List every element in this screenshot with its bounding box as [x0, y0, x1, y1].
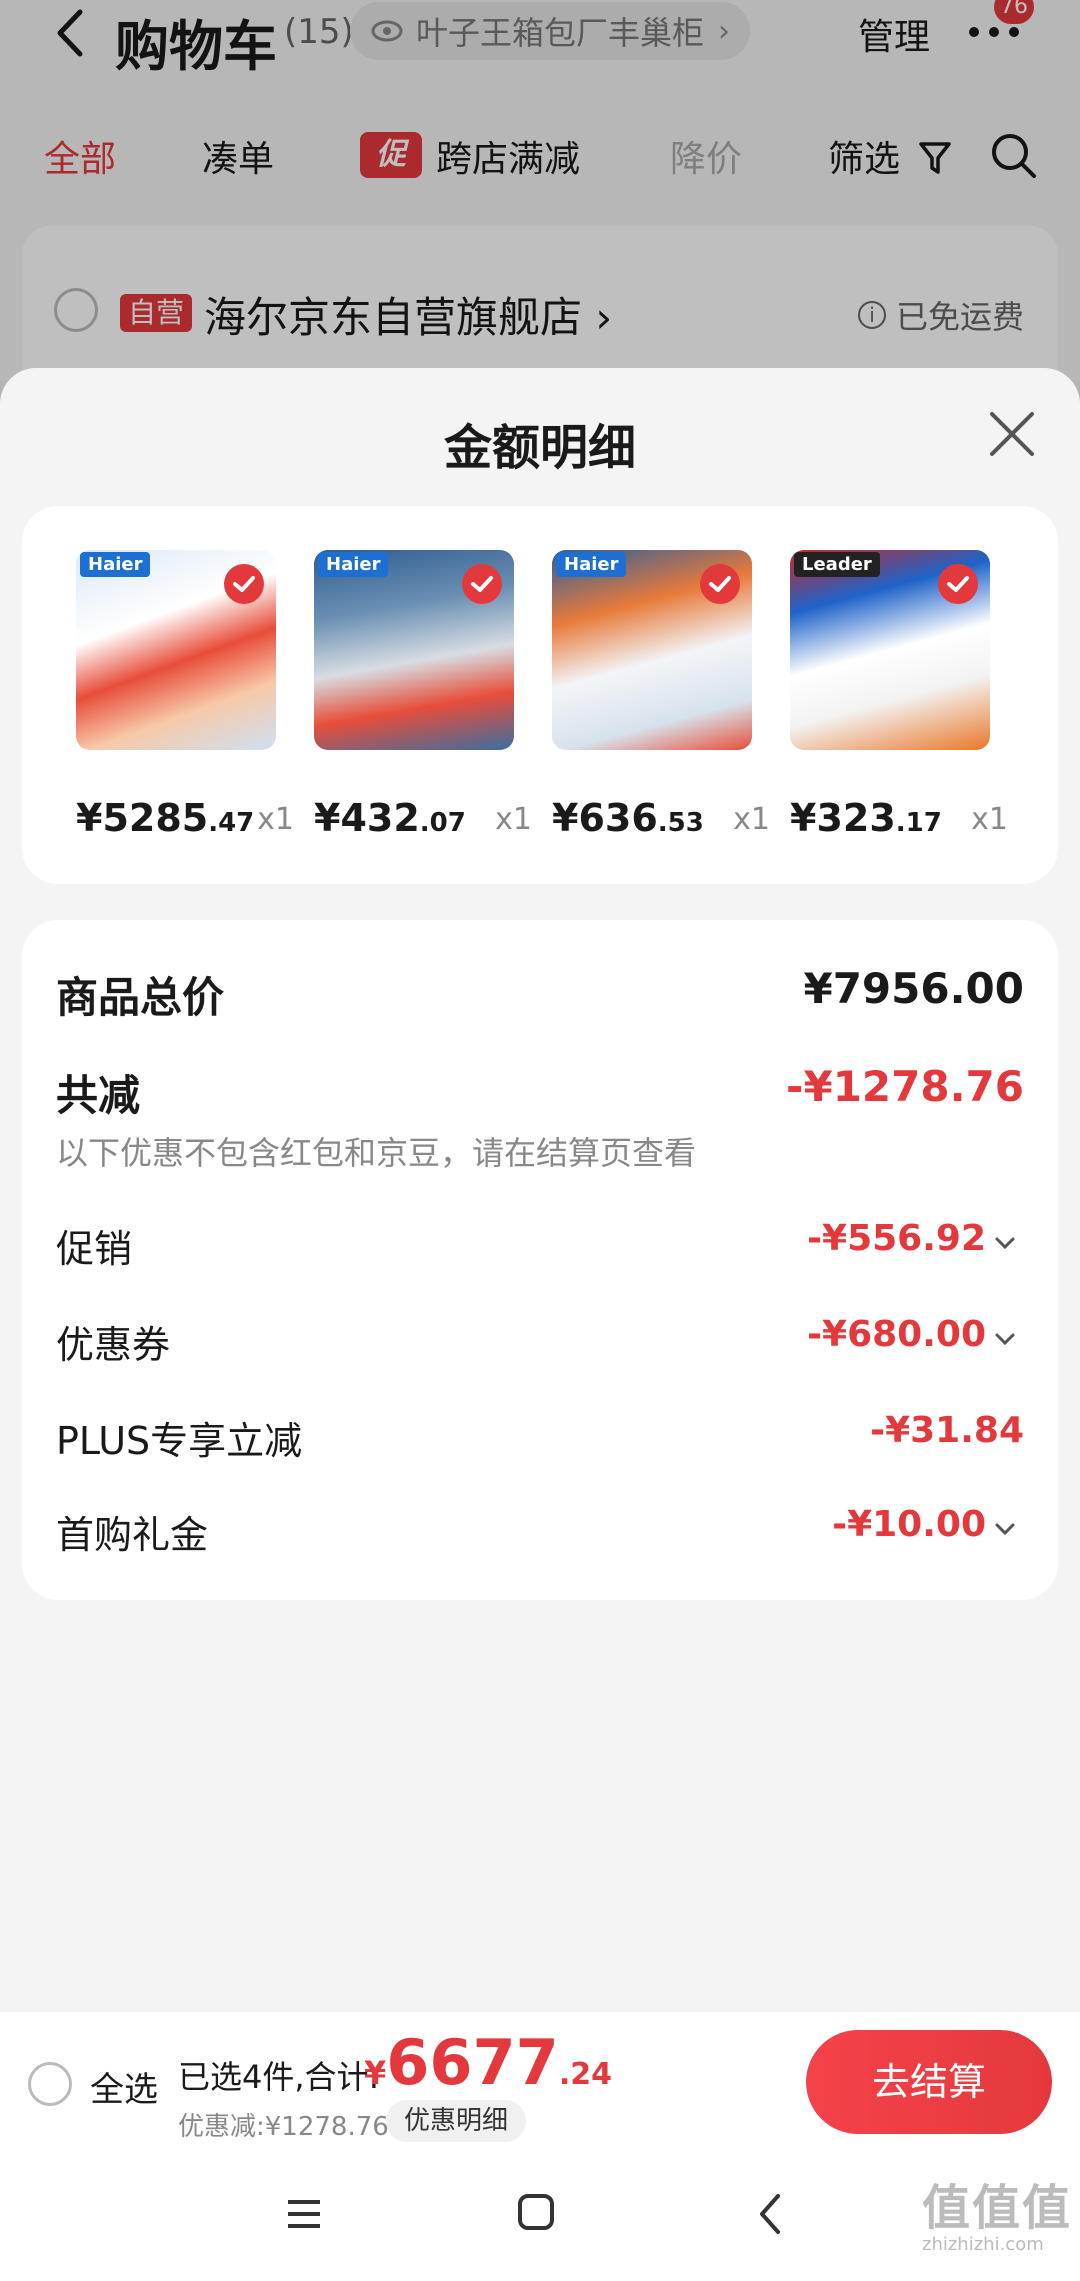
- brand-label: Haier: [556, 552, 627, 577]
- total-price-row: 商品总价 ¥7956.00: [56, 964, 1024, 1024]
- discount-row-coupon[interactable]: 优惠券 -¥680.00: [56, 1314, 1024, 1374]
- discount-detail-button[interactable]: 优惠明细: [386, 2100, 527, 2142]
- discount-row-first-purchase[interactable]: 首购礼金 -¥10.00: [56, 1504, 1024, 1564]
- checkout-bar: 全选 已选4件,合计: ¥6677.24 优惠减:¥1278.76 优惠明细 去…: [0, 2012, 1080, 2152]
- item-price-row: ¥323.17 x1: [790, 796, 1020, 846]
- chevron-down-icon[interactable]: [994, 1332, 1016, 1346]
- select-all-label[interactable]: 全选: [90, 2062, 158, 2111]
- item-price: ¥323.17: [790, 796, 942, 840]
- brand-label: Haier: [318, 552, 389, 577]
- product-thumbnail[interactable]: Haier: [314, 550, 514, 750]
- watermark-mark: 值值值: [922, 2180, 1073, 2236]
- discount-value: -¥31.84: [870, 1410, 1024, 1451]
- chevron-down-icon[interactable]: [994, 1522, 1016, 1536]
- product-thumbnail[interactable]: Leader: [790, 550, 990, 750]
- total-amount: ¥6677.24: [364, 2026, 612, 2099]
- discount-value: -¥680.00: [807, 1314, 986, 1355]
- discount-note: 以下优惠不包含红包和京豆，请在结算页查看: [56, 1134, 697, 1172]
- close-icon[interactable]: [988, 410, 1036, 458]
- selected-check-icon: [462, 564, 502, 604]
- total-reduce-label: 共减: [56, 1071, 141, 1120]
- item-price: ¥432.07: [314, 796, 466, 840]
- product-thumbnail[interactable]: Haier: [76, 550, 276, 750]
- item-qty: x1: [733, 802, 770, 837]
- watermark: 值值值 zhizhizhi.com: [922, 2168, 1072, 2268]
- total-integer: 6677: [386, 2026, 559, 2099]
- nav-back-icon[interactable]: [756, 2192, 784, 2236]
- discount-row-plus: PLUS专享立减 -¥31.84: [56, 1410, 1024, 1470]
- product-thumbnail[interactable]: Haier: [552, 550, 752, 750]
- system-nav-bar: 值值值 zhizhizhi.com: [0, 2152, 1080, 2281]
- amount-detail-sheet: 金额明细 Haier ¥5285.47 x1 Haier ¥432.07 x1 …: [0, 368, 1080, 2281]
- total-price-label: 商品总价: [56, 973, 225, 1022]
- item-price: ¥5285.47: [76, 796, 255, 840]
- sheet-title: 金额明细: [443, 420, 636, 476]
- checkout-button[interactable]: 去结算: [806, 2030, 1052, 2134]
- overlay-dim[interactable]: [0, 0, 1080, 420]
- discount-label: 促销: [56, 1227, 133, 1271]
- selected-summary: 已选4件,合计:: [178, 2058, 380, 2096]
- selected-check-icon: [938, 564, 978, 604]
- item-qty: x1: [495, 802, 532, 837]
- item-price-row: ¥5285.47 x1: [76, 796, 306, 846]
- total-decimal: .24: [558, 2057, 612, 2092]
- discount-label: PLUS专享立减: [56, 1419, 303, 1463]
- brand-label: Leader: [794, 552, 880, 577]
- total-price-value: ¥7956.00: [803, 964, 1024, 1013]
- home-icon[interactable]: [516, 2192, 556, 2232]
- item-qty: x1: [257, 802, 294, 837]
- discount-row-promotion[interactable]: 促销 -¥556.92: [56, 1218, 1024, 1278]
- discount-summary: 优惠减:¥1278.76: [178, 2112, 389, 2142]
- discount-label: 首购礼金: [56, 1513, 209, 1557]
- total-reduce-row: 共减 -¥1278.76: [56, 1062, 1024, 1122]
- select-all-radio[interactable]: [28, 2062, 72, 2106]
- chevron-down-icon[interactable]: [994, 1236, 1016, 1250]
- discount-value: -¥10.00: [832, 1504, 986, 1545]
- total-reduce-value: -¥1278.76: [786, 1062, 1024, 1111]
- selected-check-icon: [224, 564, 264, 604]
- discount-label: 优惠券: [56, 1323, 171, 1367]
- amount-breakdown-card: 商品总价 ¥7956.00 共减 -¥1278.76 以下优惠不包含红包和京豆，…: [22, 920, 1058, 1600]
- discount-value: -¥556.92: [807, 1218, 986, 1259]
- currency-symbol: ¥: [364, 2054, 387, 2092]
- brand-label: Haier: [80, 552, 151, 577]
- item-price-row: ¥432.07 x1: [314, 796, 544, 846]
- product-thumbnails-card: Haier ¥5285.47 x1 Haier ¥432.07 x1 Haier…: [22, 506, 1058, 884]
- selected-check-icon: [700, 564, 740, 604]
- item-price-row: ¥636.53 x1: [552, 796, 782, 846]
- item-qty: x1: [971, 802, 1008, 837]
- item-price: ¥636.53: [552, 796, 704, 840]
- recent-apps-icon[interactable]: [284, 2194, 324, 2234]
